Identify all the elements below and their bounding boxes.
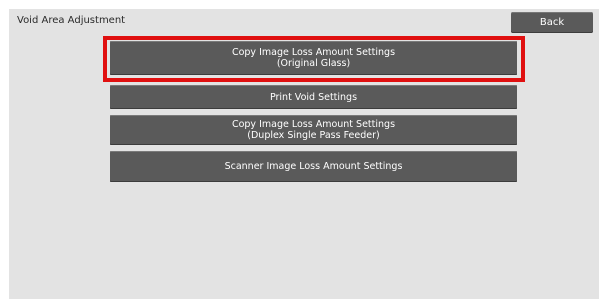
page-title: Void Area Adjustment	[17, 15, 126, 26]
button-label-line1: Copy Image Loss Amount Settings	[231, 47, 396, 58]
settings-panel: Void Area Adjustment Back Copy Image Los…	[9, 9, 599, 299]
copy-image-loss-original-glass-button[interactable]: Copy Image Loss Amount Settings (Origina…	[110, 41, 517, 75]
button-label-line2: (Duplex Single Pass Feeder)	[247, 130, 380, 141]
button-label-line1: Copy Image Loss Amount Settings	[231, 119, 396, 130]
button-label-line1: Scanner Image Loss Amount Settings	[224, 161, 403, 172]
scanner-image-loss-settings-button[interactable]: Scanner Image Loss Amount Settings	[110, 151, 517, 182]
back-button[interactable]: Back	[511, 12, 593, 33]
button-label-line2: (Original Glass)	[276, 58, 351, 69]
button-label-line1: Print Void Settings	[269, 91, 358, 103]
copy-image-loss-duplex-feeder-button[interactable]: Copy Image Loss Amount Settings (Duplex …	[110, 115, 517, 145]
print-void-settings-button[interactable]: Print Void Settings	[110, 85, 517, 109]
